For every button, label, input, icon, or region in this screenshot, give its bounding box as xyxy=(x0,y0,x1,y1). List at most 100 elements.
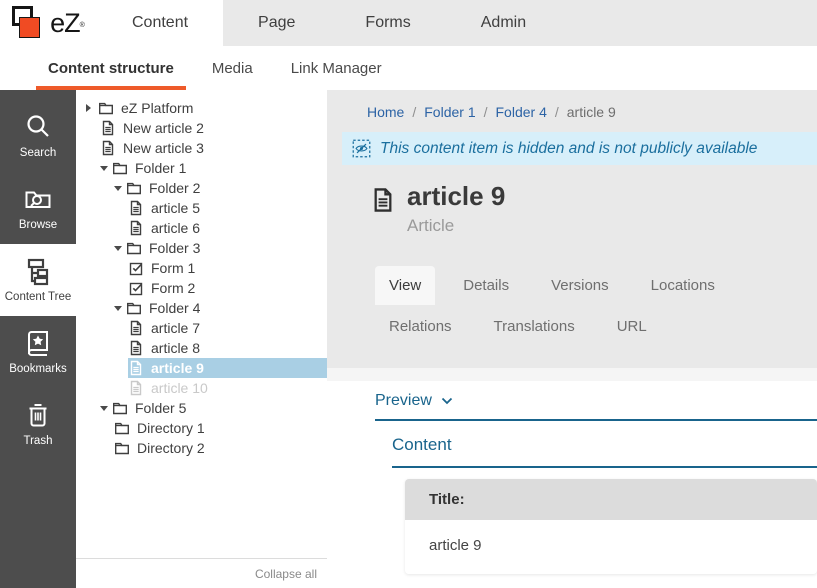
tab-relations[interactable]: Relations xyxy=(375,307,466,346)
tree-item-label: Folder 3 xyxy=(149,240,200,256)
secondary-nav-content-structure[interactable]: Content structure xyxy=(36,46,186,90)
article-icon xyxy=(370,184,396,216)
caret-expanded-icon[interactable] xyxy=(114,306,126,311)
tree-item-inner: article 7 xyxy=(128,318,327,338)
tab-url[interactable]: URL xyxy=(603,307,661,346)
breadcrumb-folder-4[interactable]: Folder 4 xyxy=(496,104,547,120)
search-icon xyxy=(23,112,53,142)
sidebar-item-search[interactable]: Search xyxy=(0,100,76,172)
breadcrumb-folder-1[interactable]: Folder 1 xyxy=(424,104,475,120)
main-content: Home/Folder 1/Folder 4/article 9 This co… xyxy=(327,90,817,588)
field-value: article 9 xyxy=(405,520,817,574)
tree-item-article-7[interactable]: article 7 xyxy=(76,318,327,338)
sidebar-item-label: Trash xyxy=(24,435,53,447)
breadcrumb-separator: / xyxy=(476,104,496,120)
tree-item-directory-1[interactable]: Directory 1 xyxy=(76,418,327,438)
caret-collapsed-icon[interactable] xyxy=(86,104,98,112)
tree-item-label: article 9 xyxy=(151,360,204,376)
tree-item-form-2[interactable]: Form 2 xyxy=(76,278,327,298)
tree-item-folder-4[interactable]: Folder 4 xyxy=(76,298,327,318)
folder-icon xyxy=(98,100,114,116)
registered-mark: ® xyxy=(80,22,85,29)
app-window: eZ ® ContentPageFormsAdmin Content struc… xyxy=(0,0,817,588)
secondary-nav-link-manager[interactable]: Link Manager xyxy=(279,46,394,90)
tree-item-inner: Form 2 xyxy=(128,278,327,298)
top-tab-admin[interactable]: Admin xyxy=(446,0,561,46)
tab-details[interactable]: Details xyxy=(449,266,523,305)
tree-item-label: Directory 1 xyxy=(137,420,205,436)
page-title: article 9 xyxy=(407,182,505,211)
caret-expanded-icon[interactable] xyxy=(114,246,126,251)
caret-expanded-icon[interactable] xyxy=(114,186,126,191)
tree-item-article-8[interactable]: article 8 xyxy=(76,338,327,358)
tree-item-label: New article 3 xyxy=(123,140,204,156)
tree-item-inner: Folder 2 xyxy=(126,178,327,198)
breadcrumb-separator: / xyxy=(404,104,424,120)
tree-item-new-article-3[interactable]: New article 3 xyxy=(76,138,327,158)
content-tree-icon xyxy=(23,256,53,286)
caret-expanded-icon[interactable] xyxy=(100,166,112,171)
workspace: Search Browse Content Tree Bookmarks Tra… xyxy=(0,90,817,588)
secondary-nav: Content structure Media Link Manager xyxy=(0,46,817,90)
breadcrumb-home[interactable]: Home xyxy=(367,104,404,120)
form-icon xyxy=(128,260,144,276)
sidebar-item-content-tree[interactable]: Content Tree xyxy=(0,244,76,316)
tree-item-inner: article 8 xyxy=(128,338,327,358)
tree-item-folder-3[interactable]: Folder 3 xyxy=(76,238,327,258)
top-tab-forms[interactable]: Forms xyxy=(330,0,445,46)
content-type-label: Article xyxy=(407,216,505,236)
tab-view[interactable]: View xyxy=(375,266,435,305)
tree-item-directory-2[interactable]: Directory 2 xyxy=(76,438,327,458)
preview-label: Preview xyxy=(375,392,432,410)
tab-translations[interactable]: Translations xyxy=(480,307,589,346)
top-tab-page[interactable]: Page xyxy=(223,0,330,46)
article-icon xyxy=(128,200,144,216)
tree-item-folder-5[interactable]: Folder 5 xyxy=(76,398,327,418)
tree-item-article-9[interactable]: article 9 xyxy=(76,358,327,378)
top-tab-content[interactable]: Content xyxy=(97,0,223,46)
tree-item-article-10[interactable]: article 10 xyxy=(76,378,327,398)
sidebar-item-label: Content Tree xyxy=(5,291,71,303)
caret-expanded-icon[interactable] xyxy=(100,406,112,411)
sidebar-item-browse[interactable]: Browse xyxy=(0,172,76,244)
tree-item-form-1[interactable]: Form 1 xyxy=(76,258,327,278)
tree-item-label: New article 2 xyxy=(123,120,204,136)
folder-icon xyxy=(112,160,128,176)
article-icon xyxy=(128,320,144,336)
ez-logo[interactable]: eZ ® xyxy=(0,0,97,46)
sidebar-item-trash[interactable]: Trash xyxy=(0,388,76,460)
top-bar: eZ ® ContentPageFormsAdmin xyxy=(0,0,817,46)
main-nav-tabs: ContentPageFormsAdmin xyxy=(97,0,561,46)
sidebar-item-bookmarks[interactable]: Bookmarks xyxy=(0,316,76,388)
tab-versions[interactable]: Versions xyxy=(537,266,623,305)
tab-locations[interactable]: Locations xyxy=(637,266,729,305)
alert-text: This content item is hidden and is not p… xyxy=(380,140,757,158)
tree-item-label: article 10 xyxy=(151,380,208,396)
tree-item-inner: Directory 2 xyxy=(114,438,327,458)
preview-toggle[interactable]: Preview xyxy=(375,392,817,421)
bookmarks-icon xyxy=(23,328,53,358)
tree-item-inner: New article 3 xyxy=(100,138,327,158)
content-view-tabs: View Details Versions Locations Relations Tra… xyxy=(375,266,817,346)
article-icon xyxy=(100,140,116,156)
tree-item-inner: article 6 xyxy=(128,218,327,238)
tree-item-article-5[interactable]: article 5 xyxy=(76,198,327,218)
tree-item-article-6[interactable]: article 6 xyxy=(76,218,327,238)
folder-icon xyxy=(126,300,142,316)
article-icon xyxy=(128,220,144,236)
tree-item-inner: article 10 xyxy=(128,378,327,398)
tree-item-label: Form 1 xyxy=(151,260,195,276)
tree-item-inner: New article 2 xyxy=(100,118,327,138)
page-title-block: article 9 Article xyxy=(370,182,817,236)
tree-item-folder-2[interactable]: Folder 2 xyxy=(76,178,327,198)
view-tab-panel: Preview Content Title: article 9 xyxy=(327,368,817,588)
tree-item-ez-platform[interactable]: eZ Platform xyxy=(76,98,327,118)
tree-item-folder-1[interactable]: Folder 1 xyxy=(76,158,327,178)
secondary-nav-media[interactable]: Media xyxy=(200,46,265,90)
tree-item-label: article 8 xyxy=(151,340,200,356)
tree-item-inner: Folder 3 xyxy=(126,238,327,258)
collapse-all-button[interactable]: Collapse all xyxy=(255,567,317,581)
tree-item-label: article 7 xyxy=(151,320,200,336)
tree-item-new-article-2[interactable]: New article 2 xyxy=(76,118,327,138)
tree-item-label: Folder 2 xyxy=(149,180,200,196)
